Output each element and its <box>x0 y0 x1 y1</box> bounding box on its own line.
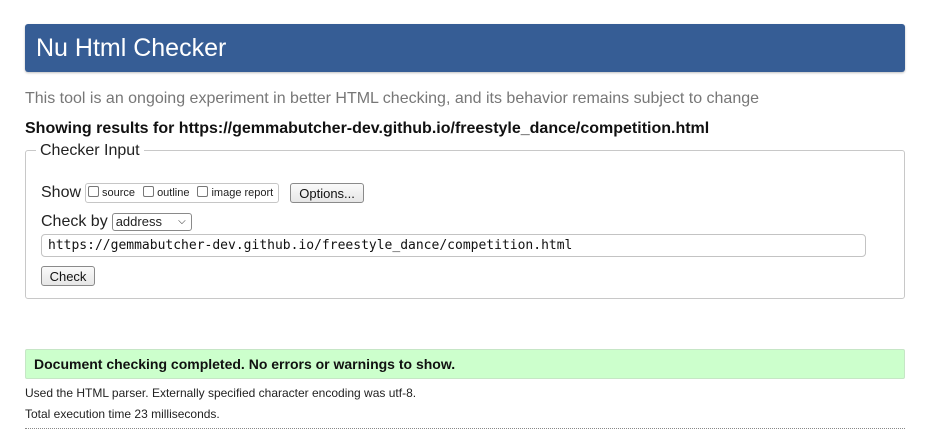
image-report-checkbox-label: image report <box>211 187 274 199</box>
url-input[interactable]: https://gemmabutcher-dev.github.io/frees… <box>41 234 866 257</box>
checker-input-fieldset: Checker Input Show source outline image … <box>25 142 905 299</box>
outline-checkbox-label: outline <box>157 187 190 199</box>
check-button[interactable]: Check <box>41 266 95 286</box>
execution-time-info: Total execution time 23 milliseconds. <box>25 407 220 421</box>
parser-info: Used the HTML parser. Externally specifi… <box>25 386 417 400</box>
divider <box>25 428 905 429</box>
check-by-label: Check by <box>41 213 108 230</box>
source-checkbox-label: source <box>102 187 136 199</box>
show-option-image-report[interactable]: image report <box>197 185 274 199</box>
check-by-select[interactable]: address ⌵ <box>111 213 192 231</box>
options-button[interactable]: Options... <box>290 183 364 203</box>
show-options-group: source outline image report <box>85 183 280 203</box>
show-option-source[interactable]: source <box>88 185 136 199</box>
page-title: Nu Html Checker <box>36 34 227 62</box>
check-by-row: Check by address ⌵ <box>41 212 192 232</box>
results-heading: Showing results for https://gemmabutcher… <box>25 120 710 137</box>
image-report-checkbox[interactable] <box>197 185 209 197</box>
outline-checkbox[interactable] <box>143 185 155 197</box>
show-row: Show source outline image report Options… <box>41 182 364 204</box>
intro-text: This tool is an ongoing experiment in be… <box>25 90 760 107</box>
show-label: Show <box>41 184 82 201</box>
check-by-selected-value: address <box>115 214 162 229</box>
checker-input-legend: Checker Input <box>36 142 144 160</box>
show-option-outline[interactable]: outline <box>143 185 190 199</box>
chevron-down-icon: ⌵ <box>178 216 186 227</box>
page: Nu Html Checker This tool is an ongoing … <box>0 0 933 431</box>
success-message: Document checking completed. No errors o… <box>34 356 456 372</box>
source-checkbox[interactable] <box>88 185 100 197</box>
success-message-bar: Document checking completed. No errors o… <box>25 349 905 379</box>
header-bar: Nu Html Checker <box>25 24 905 72</box>
